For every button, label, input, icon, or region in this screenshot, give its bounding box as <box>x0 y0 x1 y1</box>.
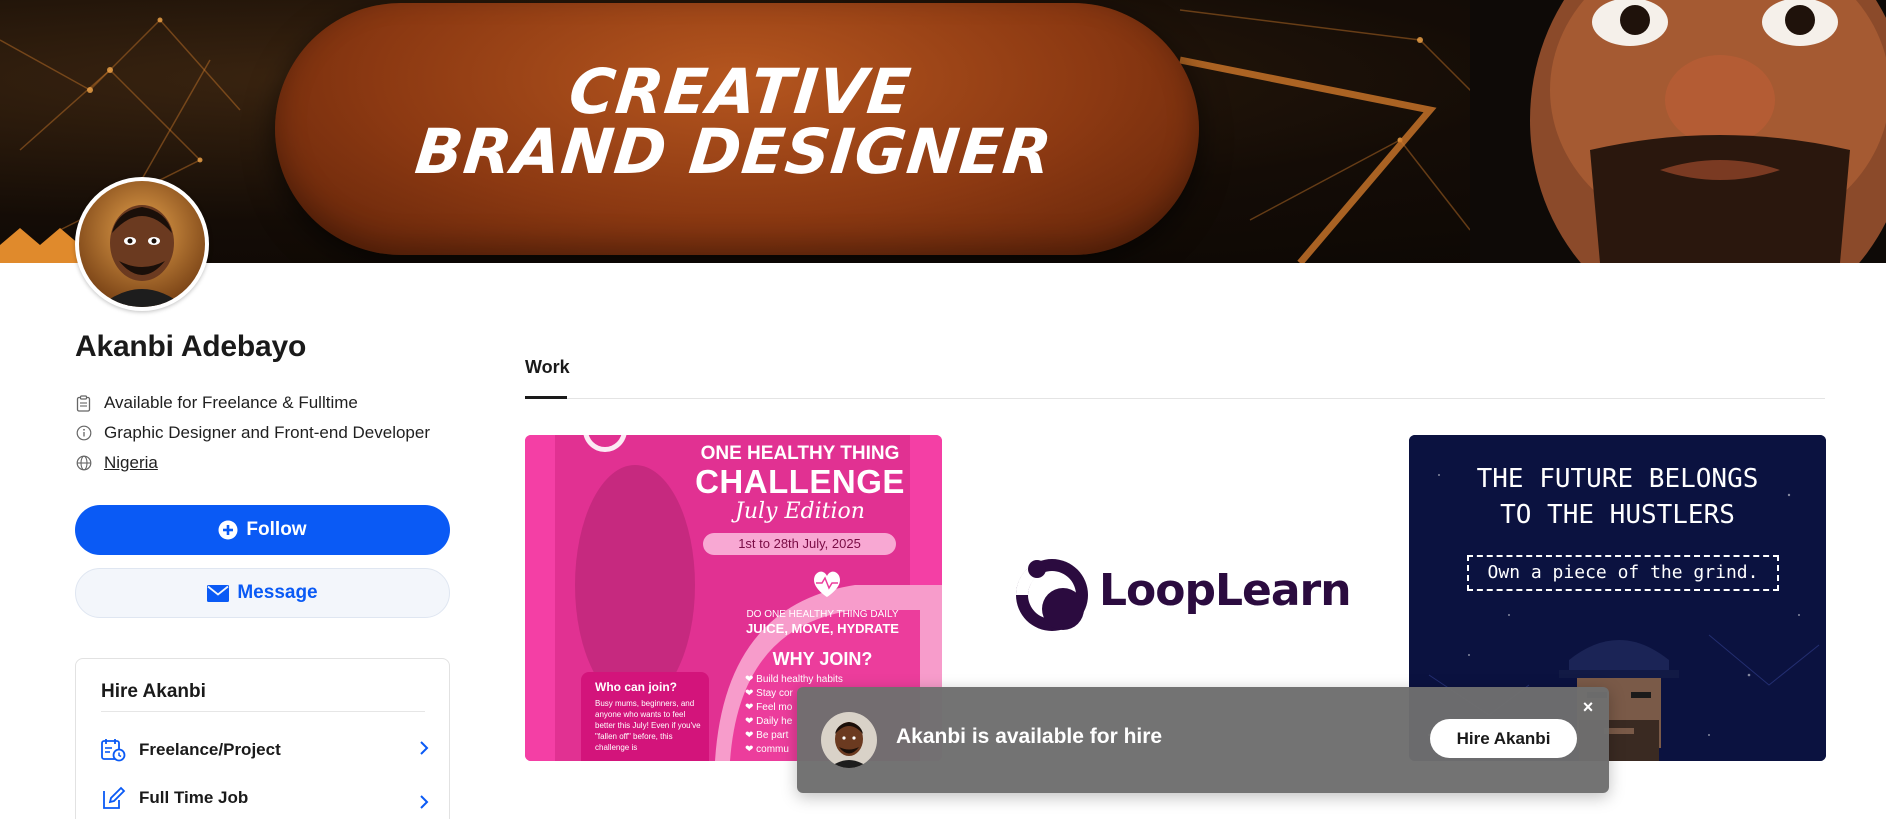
card-3-line-2: TO THE HUSTLERS <box>1500 500 1735 530</box>
pencil-document-icon <box>99 784 127 812</box>
chevron-right-icon <box>419 794 429 815</box>
cover-banner: CREATIVE BRAND DESIGNER <box>0 0 1886 263</box>
toast-message: Akanbi is available for hire <box>896 725 1163 748</box>
hire-option-fulltime[interactable]: Full Time Job <box>99 782 429 814</box>
availability-text: Available for Freelance & Fulltime <box>104 393 358 412</box>
chevron-right-icon <box>419 740 429 761</box>
role-text: Graphic Designer and Front-end Developer <box>104 423 431 442</box>
location-link[interactable]: Nigeria <box>104 453 158 473</box>
hire-option-label: Full Time Job <box>139 788 249 807</box>
follow-label: Follow <box>246 519 307 540</box>
banner-line-1: CREATIVE <box>565 55 915 128</box>
card-1-line-3: July Edition <box>735 499 865 524</box>
banner-line-2: BRAND DESIGNER <box>411 115 1056 188</box>
hire-card-divider <box>101 711 425 712</box>
hire-button[interactable]: Hire Akanbi <box>1430 719 1577 758</box>
hire-card-title: Hire Akanbi <box>101 681 206 702</box>
follow-button[interactable]: Follow <box>75 505 450 555</box>
clipboard-icon <box>75 394 92 412</box>
info-icon <box>75 425 92 442</box>
calendar-clock-icon <box>99 736 127 764</box>
globe-icon <box>75 455 92 472</box>
profile-name: Akanbi Adebayo <box>75 330 307 363</box>
card-3-line-1: THE FUTURE BELONGS <box>1476 464 1759 494</box>
card-1-line-2: CHALLENGE <box>695 463 905 500</box>
card-1-date: 1st to 28th July, 2025 <box>703 533 896 555</box>
looplearn-wordmark: LoopLearn <box>1099 565 1352 616</box>
message-button[interactable]: Message <box>75 568 450 618</box>
availability-row: Available for Freelance & Fulltime <box>75 393 358 413</box>
card-1-bullet: ❤ Build healthy habits <box>745 674 843 685</box>
banner-character-illustration <box>1470 0 1886 263</box>
hire-option-label: Freelance/Project <box>139 740 281 759</box>
tab-active-indicator <box>525 396 567 399</box>
card-3-headline: THE FUTURE BELONGS TO THE HUSTLERS <box>1419 461 1816 533</box>
hire-card: Hire Akanbi Freelance/Project Full Time … <box>75 658 450 819</box>
envelope-icon <box>207 584 230 602</box>
tabs-divider <box>525 398 1825 399</box>
card-1-line-1: ONE HEALTHY THING <box>700 443 900 464</box>
profile-avatar[interactable] <box>75 177 209 311</box>
hire-option-freelance[interactable]: Freelance/Project <box>99 734 429 766</box>
hire-availability-toast: Akanbi is available for hire Hire Akanbi… <box>797 687 1609 793</box>
banner-headline: CREATIVE BRAND DESIGNER <box>269 55 1206 188</box>
avatar-image <box>79 181 205 307</box>
toast-avatar-image <box>821 712 877 768</box>
location-row: Nigeria <box>75 453 158 473</box>
card-3-tagline: Own a piece of the grind. <box>1467 555 1779 591</box>
role-row: Graphic Designer and Front-end Developer <box>75 423 430 443</box>
plus-circle-icon <box>218 520 238 540</box>
toast-avatar <box>821 712 877 768</box>
card-1-box-body: Busy mums, beginners, and anyone who wan… <box>595 699 701 752</box>
close-icon[interactable]: × <box>1580 697 1596 717</box>
card-1-slogan: JUICE, MOVE, HYDRATE <box>746 621 899 636</box>
card-1-daily: DO ONE HEALTHY THING DAILY <box>746 609 899 620</box>
tab-work[interactable]: Work <box>525 357 570 378</box>
message-label: Message <box>237 582 318 603</box>
card-1-box-title: Who can join? <box>595 680 677 694</box>
card-1-why: WHY JOIN? <box>772 649 873 669</box>
